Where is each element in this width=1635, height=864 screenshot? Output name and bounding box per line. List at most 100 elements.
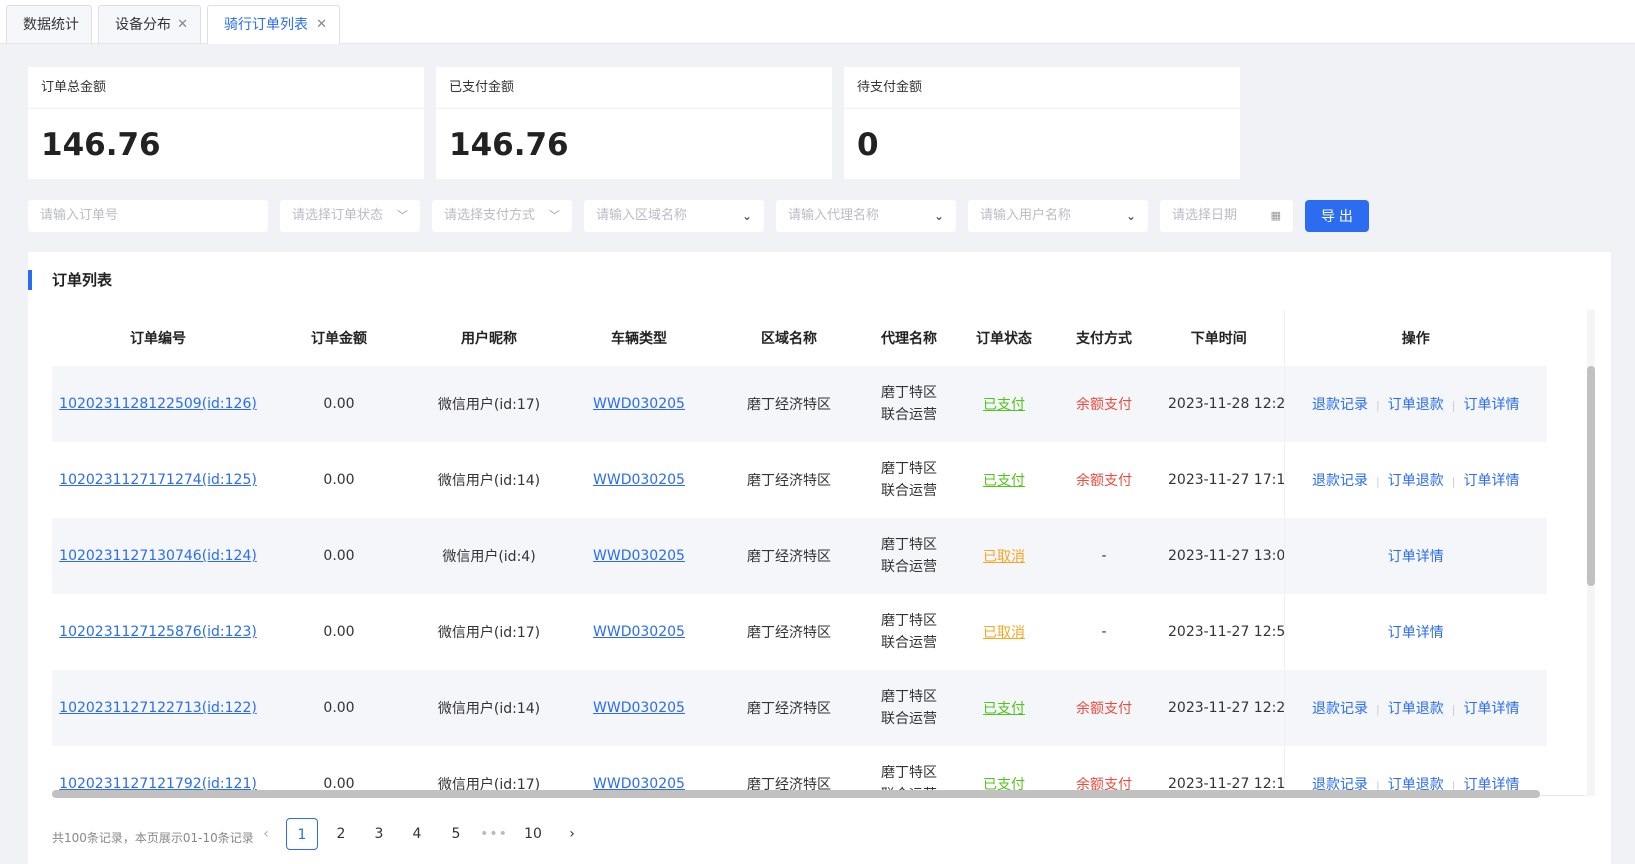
pay-method: 余额支付 [1076,701,1132,717]
ops-cell: 退款记录 | 订单退款 | 订单详情 [1283,366,1547,442]
time-cell: 2023-11-27 13:07:02 [1154,518,1284,594]
table-row: 1020231127171274(id:125) 0.00 微信用户(id:14) W… [52,442,1547,518]
page-button[interactable]: 4 [401,818,433,850]
agent-cell: 磨丁特区联合运营 [864,442,954,518]
area-cell: 磨丁经济特区 [747,473,831,489]
date-picker[interactable]: 请选择日期 ▦ [1160,200,1293,232]
placeholder: 请选择订单状态 [292,208,384,223]
order-no-cell: 1020231127130746(id:124) [52,518,264,594]
vertical-scrollbar[interactable] [1587,310,1595,796]
op-link[interactable]: 订单退款 [1388,473,1444,489]
tab-bar: 数据统计 设备分布 ✕ 骑行订单列表 ✕ [0,0,1635,44]
agent-line: 联合运营 [881,407,937,423]
pay-method: - [1101,624,1107,640]
stat-value: 146.76 [41,127,161,163]
order-no-link[interactable]: 1020231127125876(id:123) [59,624,257,640]
more-pages-icon[interactable]: ••• [478,818,510,850]
col-header: 订单编号 [52,310,264,366]
separator: | [1451,399,1456,412]
horizontal-scrollbar[interactable] [52,790,1572,798]
order-no-link[interactable]: 1020231127171274(id:125) [59,472,257,488]
pay-method-select[interactable]: 请选择支付方式 ﹀ [432,200,572,232]
order-no-link[interactable]: 1020231128122509(id:126) [59,396,257,412]
op-link[interactable]: 订单详情 [1463,397,1519,413]
tab-device-distribution[interactable]: 设备分布 ✕ [98,5,201,43]
nickname-cell: 微信用户(id:14) [414,670,564,746]
stat-value: 0 [857,127,879,163]
agent-cell: 磨丁特区联合运营 [864,518,954,594]
ops-cell: 退款记录 | 订单退款 | 订单详情 [1283,746,1547,795]
agent-line: 联合运营 [881,559,937,575]
status-badge[interactable]: 已取消 [983,625,1025,641]
area-cell: 磨丁经济特区 [747,777,831,793]
table-row: 1020231127122713(id:122) 0.00 微信用户(id:14) W… [52,670,1547,746]
stat-title: 待支付金额 [844,67,1240,109]
amount-cell: 0.00 [323,624,355,640]
order-no-link[interactable]: 1020231127122713(id:122) [59,700,257,716]
status-cell: 已取消 [954,518,1054,594]
time-cell: 2023-11-27 17:12:39 [1168,472,1284,488]
scroll-thumb[interactable] [52,790,1540,798]
col-header: 区域名称 [714,310,864,366]
pay-cell: - [1054,518,1154,594]
op-link[interactable]: 退款记录 [1312,701,1368,717]
op-link[interactable]: 退款记录 [1312,397,1368,413]
op-link[interactable]: 订单退款 [1388,701,1444,717]
order-status-select[interactable]: 请选择订单状态 ﹀ [280,200,420,232]
status-cell: 已取消 [954,594,1054,670]
chevron-down-icon: ⌄ [1125,209,1136,223]
agent-line: 联合运营 [881,711,937,727]
tab-label: 数据统计 [23,17,79,33]
pay-cell: 余额支付 [1054,746,1154,795]
status-badge[interactable]: 已支付 [983,701,1025,717]
vehicle-cell: WWD030205 [564,746,714,795]
page-button[interactable]: 1 [286,818,318,850]
export-button[interactable]: 导 出 [1305,200,1369,232]
op-link[interactable]: 订单详情 [1388,625,1444,641]
scroll-thumb[interactable] [1587,366,1595,586]
op-link[interactable]: 退款记录 [1312,473,1368,489]
page-button[interactable]: 5 [440,818,472,850]
time-cell: 2023-11-28 12:25:16 [1154,366,1284,442]
separator: | [1376,475,1380,488]
op-link[interactable]: 订单详情 [1463,473,1519,489]
prev-page-icon[interactable]: ‹ [250,818,282,850]
status-badge[interactable]: 已支付 [983,473,1025,489]
order-no-input[interactable]: 请输入订单号 [28,200,268,232]
status-cell: 已支付 [954,442,1054,518]
op-link[interactable]: 订单详情 [1388,549,1444,565]
vehicle-link[interactable]: WWD030205 [593,472,685,488]
nickname-cell: 微信用户(id:17) [414,366,564,442]
amount-cell: 0.00 [323,776,355,792]
col-header: 支付方式 [1054,310,1154,366]
user-select[interactable]: 请输入用户名称 ⌄ [968,200,1148,232]
agent-line: 磨丁特区 [881,613,937,629]
placeholder: 请选择日期 [1172,208,1238,223]
close-icon[interactable]: ✕ [316,6,327,44]
tab-ride-orders[interactable]: 骑行订单列表 ✕ [207,5,340,44]
vehicle-link[interactable]: WWD030205 [593,624,685,640]
table-row: 1020231127121792(id:121) 0.00 微信用户(id:17) W… [52,746,1547,795]
page-button[interactable]: 3 [363,818,395,850]
vehicle-link[interactable]: WWD030205 [593,396,685,412]
status-badge[interactable]: 已支付 [983,397,1025,413]
nickname-cell: 微信用户(id:4) [414,518,564,594]
order-no-link[interactable]: 1020231127130746(id:124) [59,548,257,564]
agent-line: 磨丁特区 [881,537,937,553]
agent-select[interactable]: 请输入代理名称 ⌄ [776,200,956,232]
op-link[interactable]: 订单退款 [1388,397,1444,413]
close-icon[interactable]: ✕ [177,6,188,44]
page-button[interactable]: 10 [517,818,549,850]
vehicle-link[interactable]: WWD030205 [593,700,685,716]
area-select[interactable]: 请输入区域名称 ⌄ [584,200,764,232]
op-link[interactable]: 订单详情 [1463,701,1519,717]
tab-data-stats[interactable]: 数据统计 [6,5,92,43]
page-button[interactable]: 2 [325,818,357,850]
next-page-icon[interactable]: › [556,818,588,850]
vehicle-link[interactable]: WWD030205 [593,548,685,564]
status-badge[interactable]: 已取消 [983,549,1025,565]
placeholder: 请选择支付方式 [444,208,536,223]
separator: | [1451,703,1456,716]
col-header: 车辆类型 [564,310,714,366]
placeholder: 请输入订单号 [40,208,119,223]
